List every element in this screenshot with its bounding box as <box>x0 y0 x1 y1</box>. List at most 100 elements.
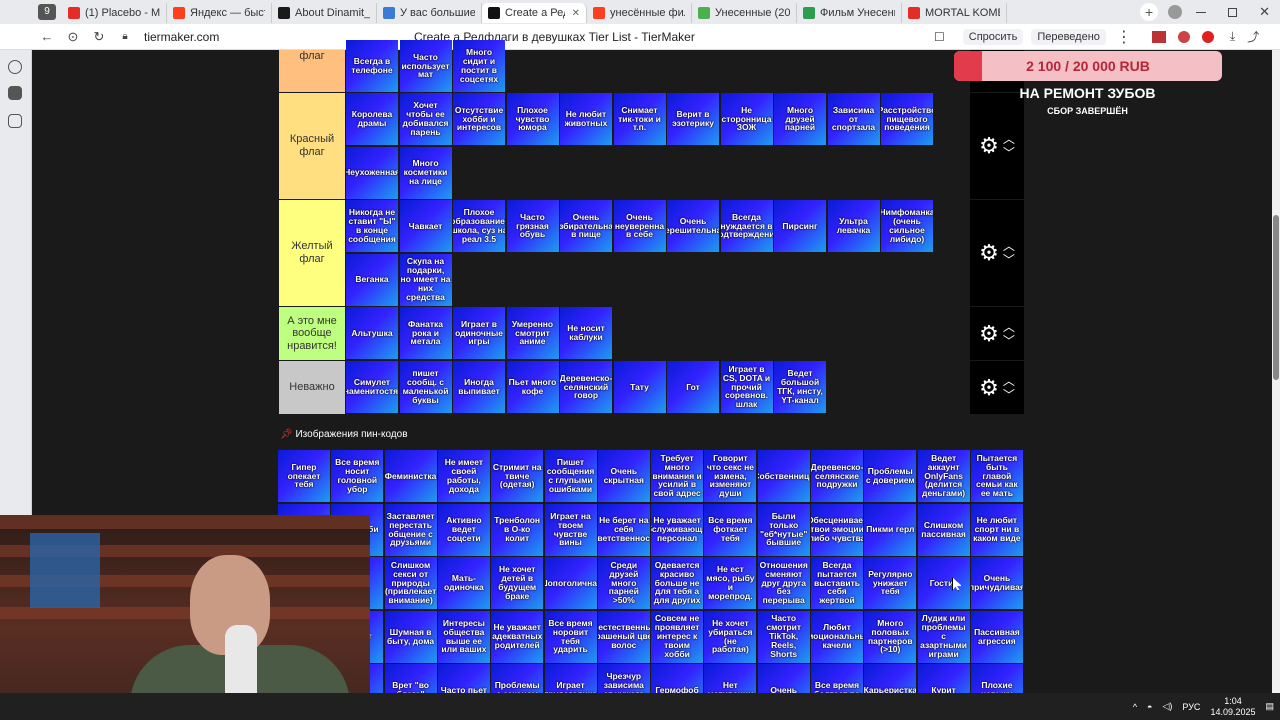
tier-item-card[interactable]: Расстройство пищевого поведения <box>881 93 933 145</box>
chevron-up-icon[interactable]: ︿ <box>1003 374 1015 388</box>
pool-item-card[interactable]: Деревенско-селянские подружки <box>811 450 863 502</box>
chevron-down-icon[interactable]: ﹀ <box>1003 388 1015 402</box>
pool-item-card[interactable]: Не ест мясо, рыбу и морепрод. <box>704 557 757 609</box>
browser-tab[interactable]: унесённые фильм <box>587 3 692 23</box>
tier-item-card[interactable]: Не любит животных <box>560 93 612 145</box>
close-window-icon[interactable]: ✕ <box>1259 4 1270 20</box>
notifications-icon[interactable]: ▤ <box>1265 701 1274 712</box>
tier-item-card[interactable]: Играет в одиночные игры <box>453 307 505 359</box>
tier-items[interactable]: Альтушка Фанатка рока и метала Играет в од… <box>346 307 970 360</box>
tier-item-card[interactable]: Много косметики на лице <box>399 146 452 199</box>
pool-item-card[interactable]: Мать-одиночка <box>437 557 490 609</box>
tier-item-card[interactable]: пишет сообщ. с маленькой буквы <box>399 361 452 413</box>
pool-item-card[interactable]: Неестественный, крашеный цвет волос <box>597 610 650 663</box>
tier-item-card[interactable]: Очень нерешительная <box>667 200 719 252</box>
pool-item-card[interactable]: Тренболон в О-ко колит <box>491 503 544 556</box>
tier-item-card[interactable]: Нимфоманка (очень сильное либидо) <box>881 200 933 252</box>
minimize-icon[interactable] <box>1196 11 1207 13</box>
tier-item-card[interactable]: Чавкает <box>399 200 452 252</box>
pool-item-card[interactable]: Много половых партнеров (>10) <box>864 610 917 663</box>
pool-item-card[interactable]: Все время носит головной убор <box>331 450 384 502</box>
tier-item-card[interactable]: Плохое образование: школа, суз на реал 3… <box>453 200 505 252</box>
pool-item-card[interactable]: Собственница <box>757 450 810 502</box>
pool-item-card[interactable]: Пассивная агрессия <box>970 610 1023 663</box>
tier-item-card[interactable]: Часто грязная обувь <box>506 200 559 252</box>
tier-item-card[interactable]: Альтушка <box>346 307 398 359</box>
chevron-down-icon[interactable]: ﹀ <box>1003 334 1015 348</box>
extension-icon-2[interactable] <box>1177 30 1190 43</box>
chevron-down-icon[interactable]: ﹀ <box>1003 146 1015 160</box>
translated-button[interactable]: Переведено <box>1031 28 1106 45</box>
browser-tab[interactable]: (1) Placebo - Meds <box>62 3 167 23</box>
network-icon[interactable]: ◓ <box>1147 702 1152 712</box>
bookmark-icon[interactable]: ☐ <box>934 30 945 44</box>
pool-item-card[interactable]: Ведет аккаунт OnlyFans (делится деньгами… <box>917 450 970 502</box>
extension-icon-1[interactable] <box>1151 30 1166 43</box>
tier-item-card[interactable]: Пирсинг <box>774 200 826 252</box>
tier-item-card[interactable]: Иногда выпивает <box>453 361 505 413</box>
tier-item-card[interactable]: Очень неуверенна в себе <box>613 200 666 252</box>
tab-close-icon[interactable]: ✕ <box>572 8 580 19</box>
tray-chevron-icon[interactable]: ^ <box>1133 702 1137 712</box>
reload-icon[interactable]: ↻ <box>88 26 110 48</box>
pool-item-card[interactable]: Гостит <box>917 557 970 609</box>
tier-item-card[interactable]: Не сторонница ЗОЖ <box>720 93 773 145</box>
tier-items[interactable]: Никогда не ставит "Ы" в конце сообщения Ч… <box>346 200 970 306</box>
browser-tab[interactable]: Create a Редфлаг ✕ <box>482 3 587 23</box>
tier-items[interactable]: Симулет знаменитостямпишет сообщ. с мале… <box>346 361 970 414</box>
pool-item-card[interactable]: Пытается быть главой семьи как ее мать <box>970 450 1023 502</box>
tier-item-card[interactable]: Не носит каблуки <box>560 307 612 359</box>
tier-label[interactable]: Неважно <box>279 361 345 414</box>
pool-item-card[interactable]: Не любит спорт ни в каком виде <box>970 503 1023 556</box>
tier-item-card[interactable]: Отсутствие хобби и интересов <box>453 93 505 145</box>
tier-item-card[interactable]: Верит в эзотерику <box>667 93 719 145</box>
tier-item-card[interactable]: Королева драмы <box>346 93 398 145</box>
browser-tab[interactable]: Яндекс — быстрый <box>167 3 272 23</box>
tier-item-card[interactable]: Ультра левачка <box>827 200 880 252</box>
pool-item-card[interactable]: Одевается красиво больше не для тебя а д… <box>651 557 704 609</box>
pool-item-card[interactable]: Лудик или проблемы с азартными играми <box>917 610 970 663</box>
downloads-icon[interactable]: ⤓ <box>1230 29 1235 44</box>
pool-item-card[interactable]: Стримит на твиче (одетая) <box>491 450 544 502</box>
scrollbar-thumb[interactable] <box>1273 215 1279 380</box>
browser-tab[interactable]: About Dinamit_8 - V <box>272 3 377 23</box>
pool-item-card[interactable]: Всегда пытается выставить себя жертвой <box>811 557 863 609</box>
chevron-up-icon[interactable]: ︿ <box>1003 239 1015 253</box>
new-tab-button[interactable]: + <box>1140 3 1159 21</box>
chevron-up-icon[interactable]: ︿ <box>1003 320 1015 334</box>
pool-item-card[interactable]: Были только "еб*нутые" бывшие <box>757 503 810 556</box>
tier-item-card[interactable]: Снимает тик-токи и т.п. <box>613 93 666 145</box>
tier-item-card[interactable]: Плохое чувство юмора <box>506 93 559 145</box>
extension-icon-3[interactable] <box>1201 30 1214 43</box>
tier-item-card[interactable]: Деревенско-селянский говор <box>560 361 612 413</box>
tier-item-card[interactable]: Умеренно смотрит аниме <box>506 307 559 359</box>
pool-item-card[interactable]: Требует много внимания и усилий в свой а… <box>651 450 704 502</box>
screenshot-icon[interactable] <box>8 114 22 128</box>
maximize-icon[interactable] <box>1228 7 1238 17</box>
pool-item-card[interactable]: Не хочет детей в будущем браке <box>491 557 544 609</box>
pool-item-card[interactable]: Активно ведет соцсети <box>437 503 490 556</box>
tier-item-card[interactable]: Неухоженная <box>346 146 398 199</box>
tier-items[interactable]: Всегда в телефоне Часто использует мат Мно… <box>346 40 970 92</box>
tier-item-card[interactable]: Хочет чтобы ее добивался парень <box>399 93 452 145</box>
pool-item-card[interactable]: Проблемы с доверием <box>864 450 917 502</box>
gear-icon[interactable]: ⚙ <box>979 240 999 266</box>
app-icon[interactable] <box>8 86 22 100</box>
tier-item-card[interactable]: Фанатка рока и метала <box>399 307 452 359</box>
browser-tab[interactable]: Фильм Унесенные <box>797 3 902 23</box>
pool-item-card[interactable]: Любит эмоциональные качели <box>811 610 863 663</box>
tier-item-card[interactable]: Симулет знаменитостям <box>346 361 398 413</box>
pool-item-card[interactable]: Заставляет перестать общение с друзьями <box>384 503 437 556</box>
pool-item-card[interactable]: Не уважает адекватных родителей <box>491 610 544 663</box>
tier-item-card[interactable]: Часто использует мат <box>399 40 452 92</box>
tier-item-card[interactable]: Тату <box>613 361 666 413</box>
media-icon[interactable] <box>8 60 22 74</box>
tier-item-card[interactable]: Очень избирательная в пище <box>560 200 612 252</box>
page-scrollbar[interactable] <box>1272 50 1280 693</box>
pool-item-card[interactable]: Все время фоткает тебя <box>704 503 757 556</box>
tier-label[interactable]: Желтый флаг <box>279 200 345 306</box>
tier-item-card[interactable]: Ведет большой ТГК, инсту, YT-канал <box>774 361 826 413</box>
pool-item-card[interactable]: Среди друзей много парней >50% <box>597 557 650 609</box>
url-field[interactable]: tiermaker.com <box>144 30 264 44</box>
pool-item-card[interactable]: Часто смотрит TikTok, Reels, Shorts <box>757 610 810 663</box>
